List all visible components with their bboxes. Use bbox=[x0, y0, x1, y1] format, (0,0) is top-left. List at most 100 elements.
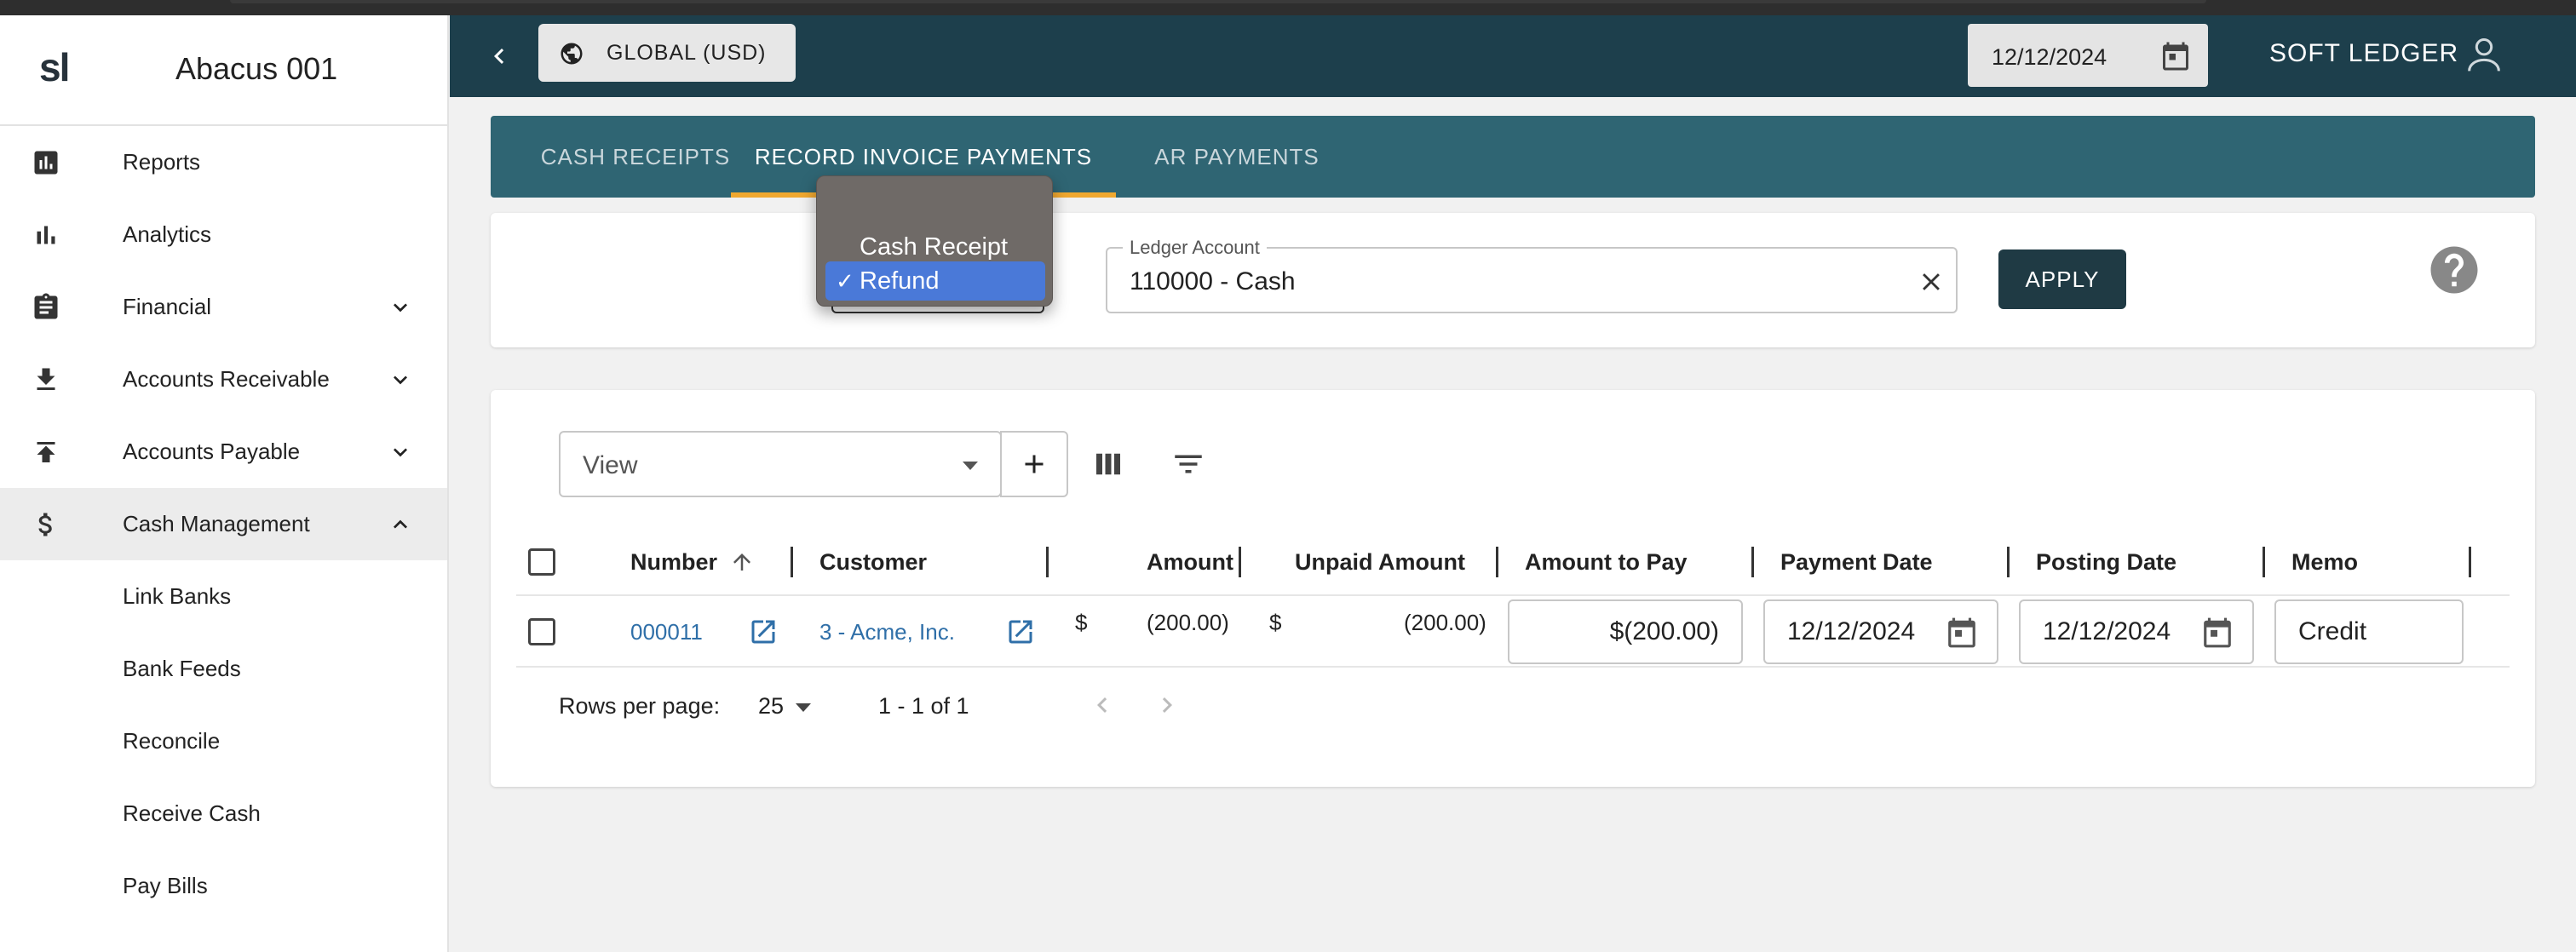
column-header-payment-date[interactable]: Payment Date bbox=[1780, 528, 1933, 596]
plus-icon bbox=[1025, 455, 1044, 473]
sidebar-item-cash-management[interactable]: Cash Management bbox=[0, 488, 447, 560]
customer-link[interactable]: 3 - Acme, Inc. bbox=[819, 596, 955, 668]
tab-bar: CASH RECEIPTS RECORD INVOICE PAYMENTS AR… bbox=[491, 116, 2535, 198]
posting-date-input[interactable]: 12/12/2024 bbox=[2019, 599, 2254, 664]
open-in-new-icon[interactable] bbox=[1005, 617, 1036, 647]
sort-ascending-icon[interactable] bbox=[729, 549, 755, 575]
sidebar-subitem-receive-cash[interactable]: Receive Cash bbox=[0, 777, 447, 850]
bar-chart-icon bbox=[29, 218, 63, 252]
dropdown-option-label: Refund bbox=[860, 267, 940, 295]
clipboard-icon bbox=[29, 290, 63, 324]
upload-icon bbox=[29, 435, 63, 469]
column-separator[interactable] bbox=[2469, 547, 2471, 577]
view-select[interactable]: View bbox=[559, 431, 1002, 497]
column-header-label: Number bbox=[630, 548, 718, 575]
window-top-edge bbox=[230, 0, 2206, 3]
column-separator[interactable] bbox=[1239, 547, 1241, 577]
column-separator[interactable] bbox=[791, 547, 793, 577]
open-in-new-icon[interactable] bbox=[748, 617, 779, 647]
column-header-unpaid-amount[interactable]: Unpaid Amount bbox=[1295, 528, 1465, 596]
pagination-range: 1 - 1 of 1 bbox=[878, 693, 969, 719]
sidebar-item-label: Financial bbox=[123, 294, 212, 319]
payment-date-input[interactable]: 12/12/2024 bbox=[1763, 599, 1998, 664]
dropdown-arrow-icon[interactable] bbox=[796, 703, 811, 712]
apply-button[interactable]: APPLY bbox=[1998, 249, 2126, 309]
sidebar-subitem-label: Reconcile bbox=[123, 728, 221, 754]
tab-label: AR PAYMENTS bbox=[1154, 143, 1320, 169]
dropdown-option-label: Cash Receipt bbox=[860, 232, 1009, 261]
column-header-amount-to-pay[interactable]: Amount to Pay bbox=[1525, 528, 1688, 596]
column-separator[interactable] bbox=[1046, 547, 1049, 577]
column-header-customer[interactable]: Customer bbox=[819, 528, 927, 596]
column-separator[interactable] bbox=[1496, 547, 1498, 577]
column-header-posting-date[interactable]: Posting Date bbox=[2036, 528, 2176, 596]
column-header-label: Unpaid Amount bbox=[1295, 548, 1465, 575]
sidebar-subitem-link-banks[interactable]: Link Banks bbox=[0, 560, 447, 633]
column-separator[interactable] bbox=[2007, 547, 2010, 577]
tab-cash-receipts[interactable]: CASH RECEIPTS bbox=[516, 116, 755, 198]
filter-card: Ledger Account 110000 - Cash APPLY bbox=[491, 213, 2535, 347]
ledger-account-value: 110000 - Cash bbox=[1130, 267, 1296, 295]
sidebar-subitem-pay-bills[interactable]: Pay Bills bbox=[0, 850, 447, 922]
column-header-memo[interactable]: Memo bbox=[2291, 528, 2358, 596]
ledger-account-label: Ledger Account bbox=[1123, 237, 1267, 259]
select-all-checkbox[interactable] bbox=[528, 548, 555, 576]
header-date-field[interactable]: 12/12/2024 bbox=[1968, 24, 2208, 87]
chevron-up-icon bbox=[394, 519, 407, 529]
memo-input[interactable]: Credit bbox=[2274, 599, 2464, 664]
add-view-button[interactable] bbox=[1000, 431, 1068, 497]
chevron-down-icon bbox=[394, 302, 407, 312]
column-header-number[interactable]: Number bbox=[630, 528, 755, 596]
download-icon bbox=[29, 363, 63, 397]
columns-icon[interactable] bbox=[1090, 446, 1126, 482]
globe-icon bbox=[561, 43, 583, 65]
payments-table-card: View Number Customer Amount Unpaid Amoun… bbox=[491, 390, 2535, 787]
column-header-label: Payment Date bbox=[1780, 548, 1933, 575]
column-header-amount[interactable]: Amount bbox=[1147, 528, 1233, 596]
unpaid-currency: $ bbox=[1269, 609, 1282, 635]
sidebar-item-label: Reports bbox=[123, 149, 201, 175]
chevron-left-icon[interactable] bbox=[1087, 690, 1118, 720]
amount-value: (200.00) bbox=[1147, 609, 1229, 635]
header-date-value: 12/12/2024 bbox=[1992, 44, 2107, 70]
sidebar-item-reports[interactable]: Reports bbox=[0, 126, 447, 198]
column-separator[interactable] bbox=[2263, 547, 2265, 577]
calendar-icon[interactable] bbox=[2201, 617, 2234, 649]
chevron-left-icon[interactable] bbox=[484, 41, 515, 72]
dropdown-option-refund[interactable]: ✓ Refund bbox=[825, 261, 1045, 301]
tab-label: CASH RECEIPTS bbox=[540, 143, 731, 169]
tab-ar-payments[interactable]: AR PAYMENTS bbox=[1136, 116, 1337, 198]
column-separator[interactable] bbox=[1751, 547, 1754, 577]
amount-currency: $ bbox=[1075, 609, 1088, 635]
sidebar-subitem-bank-feeds[interactable]: Bank Feeds bbox=[0, 633, 447, 705]
ledger-account-field[interactable]: Ledger Account 110000 - Cash bbox=[1106, 237, 1958, 313]
chevron-right-icon[interactable] bbox=[1152, 690, 1182, 720]
app-logo[interactable]: sl bbox=[39, 44, 70, 90]
clear-icon[interactable] bbox=[1917, 267, 1946, 296]
sidebar-item-analytics[interactable]: Analytics bbox=[0, 198, 447, 271]
sidebar-item-financial[interactable]: Financial bbox=[0, 271, 447, 343]
user-name[interactable]: SOFT LEDGER bbox=[2269, 39, 2458, 68]
invoice-number-link[interactable]: 000011 bbox=[630, 596, 703, 668]
amount-to-pay-input[interactable]: $(200.00) bbox=[1508, 599, 1743, 664]
global-currency-button[interactable]: GLOBAL (USD) bbox=[538, 24, 796, 82]
payment-date-value: 12/12/2024 bbox=[1787, 617, 1916, 645]
dollar-icon bbox=[29, 508, 63, 542]
sidebar-item-label: Accounts Receivable bbox=[123, 366, 330, 392]
global-currency-label: GLOBAL (USD) bbox=[607, 40, 767, 65]
sidebar-item-label: Analytics bbox=[123, 221, 212, 247]
calendar-icon[interactable] bbox=[1946, 617, 1978, 649]
sidebar-item-accounts-receivable[interactable]: Accounts Receivable bbox=[0, 343, 447, 416]
calendar-icon[interactable] bbox=[2160, 41, 2191, 72]
user-account-icon[interactable] bbox=[2462, 34, 2506, 78]
column-header-label: Memo bbox=[2291, 548, 2359, 575]
org-name: Abacus 001 bbox=[175, 51, 338, 86]
help-icon[interactable] bbox=[2426, 242, 2482, 298]
rows-per-page-select[interactable]: 25 bbox=[758, 693, 784, 720]
sidebar-item-accounts-payable[interactable]: Accounts Payable bbox=[0, 416, 447, 488]
checkmark-icon: ✓ bbox=[836, 267, 854, 294]
filter-icon[interactable] bbox=[1170, 446, 1206, 482]
sidebar-subitem-label: Pay Bills bbox=[123, 873, 208, 898]
row-checkbox[interactable] bbox=[528, 618, 555, 645]
sidebar-subitem-reconcile[interactable]: Reconcile bbox=[0, 705, 447, 777]
